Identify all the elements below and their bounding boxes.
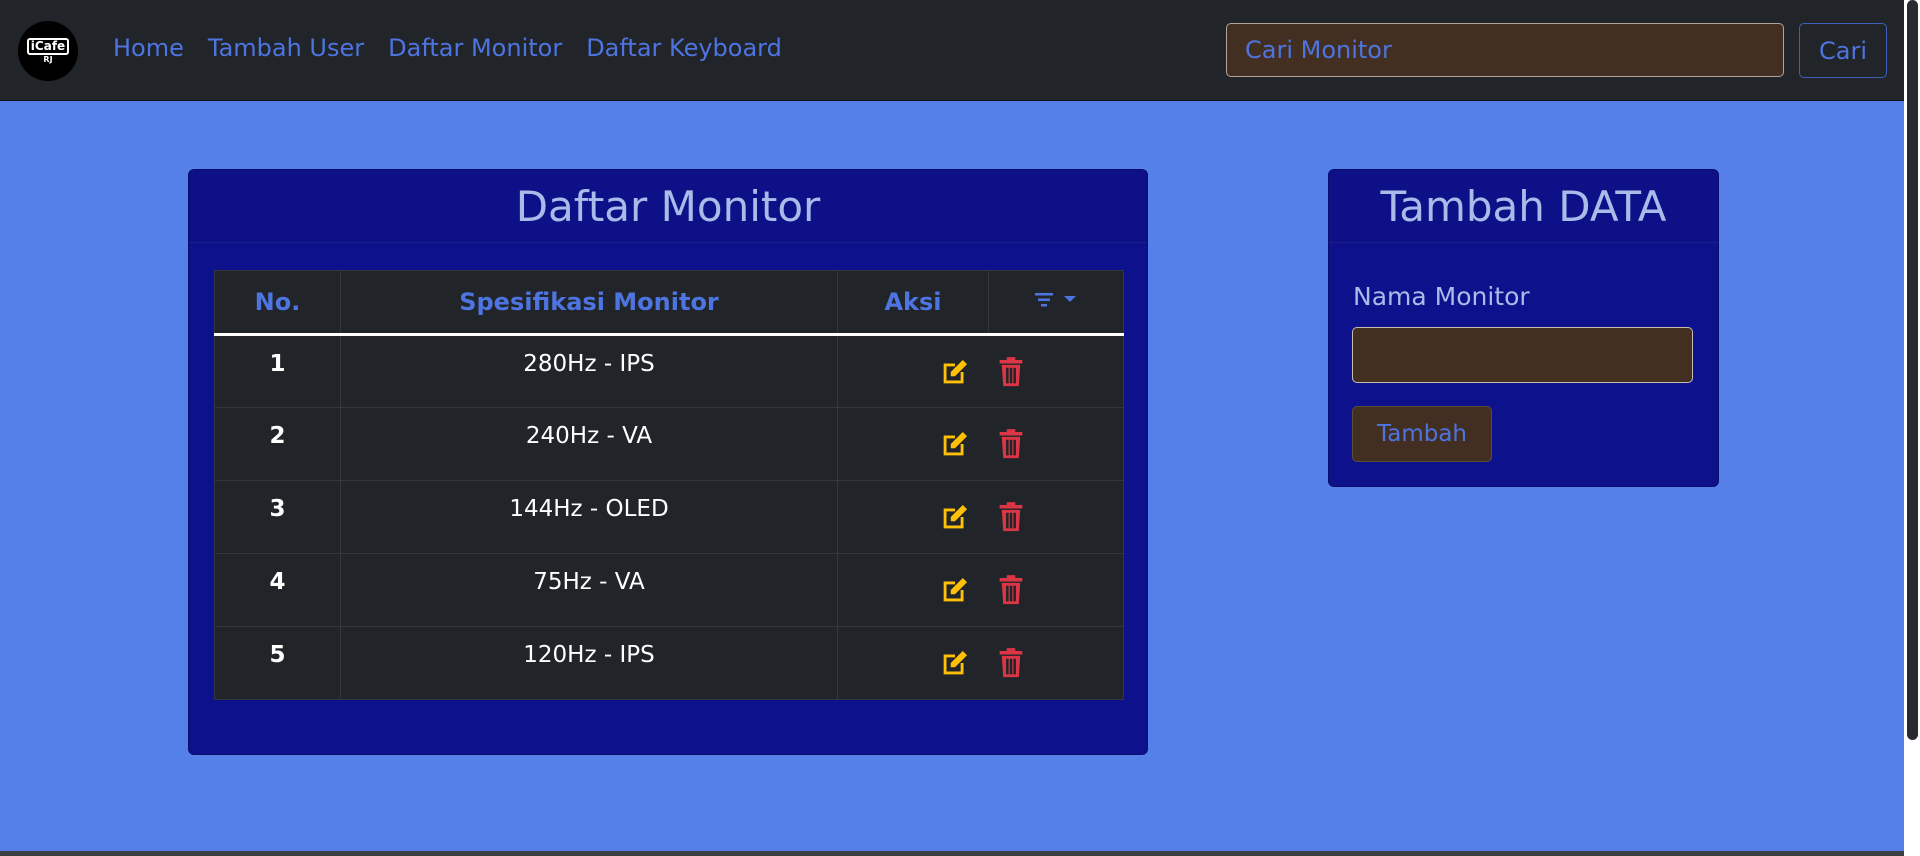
- nav-links: Home Tambah User Daftar Monitor Daftar K…: [113, 34, 782, 62]
- row-number: 3: [214, 480, 341, 554]
- column-header-no: No.: [214, 270, 341, 336]
- logo[interactable]: iCafe RJ: [18, 21, 78, 81]
- table-row: 2 240Hz - VA: [214, 407, 1124, 481]
- filter-dropdown[interactable]: [988, 270, 1124, 336]
- trash-icon[interactable]: [994, 427, 1028, 461]
- table-row: 4 75Hz - VA: [214, 553, 1124, 627]
- filter-icon[interactable]: [1031, 290, 1081, 310]
- row-spec: 75Hz - VA: [340, 553, 838, 627]
- edit-icon[interactable]: [938, 646, 972, 680]
- row-actions: [837, 480, 1124, 554]
- trash-icon[interactable]: [994, 646, 1028, 680]
- row-actions: [837, 334, 1124, 408]
- nav-link-tambah-user[interactable]: Tambah User: [208, 34, 364, 62]
- trash-icon[interactable]: [994, 573, 1028, 607]
- row-actions: [837, 407, 1124, 481]
- row-number: 4: [214, 553, 341, 627]
- nav-link-home[interactable]: Home: [113, 34, 184, 62]
- monitor-name-label: Nama Monitor: [1353, 282, 1530, 311]
- scrollbar-thumb[interactable]: [1907, 0, 1918, 740]
- edit-icon[interactable]: [938, 573, 972, 607]
- logo-text: iCafe: [26, 37, 70, 55]
- search-input[interactable]: [1226, 23, 1784, 77]
- row-number: 5: [214, 626, 341, 700]
- nav-link-daftar-keyboard[interactable]: Daftar Keyboard: [586, 34, 782, 62]
- row-number: 1: [214, 334, 341, 408]
- nav-link-daftar-monitor[interactable]: Daftar Monitor: [388, 34, 562, 62]
- add-button[interactable]: Tambah: [1352, 406, 1492, 462]
- monitor-name-input[interactable]: [1352, 327, 1693, 383]
- row-spec: 120Hz - IPS: [340, 626, 838, 700]
- column-header-aksi: Aksi: [837, 270, 989, 336]
- edit-icon[interactable]: [938, 427, 972, 461]
- row-spec: 144Hz - OLED: [340, 480, 838, 554]
- add-data-title: Tambah DATA: [1329, 170, 1718, 243]
- edit-icon[interactable]: [938, 500, 972, 534]
- monitor-list-card: Daftar Monitor No. Spesifikasi Monitor A…: [188, 169, 1148, 755]
- add-data-card: Tambah DATA Nama Monitor Tambah: [1328, 169, 1719, 487]
- navbar: iCafe RJ Home Tambah User Daftar Monitor…: [0, 0, 1904, 101]
- search-button[interactable]: Cari: [1799, 23, 1887, 78]
- trash-icon[interactable]: [994, 355, 1028, 389]
- row-actions: [837, 553, 1124, 627]
- table-row: 5 120Hz - IPS: [214, 626, 1124, 700]
- monitor-list-title: Daftar Monitor: [189, 170, 1147, 243]
- edit-icon[interactable]: [938, 355, 972, 389]
- bottom-bar: [0, 851, 1904, 856]
- logo-subtext: RJ: [43, 54, 53, 64]
- scrollbar-track[interactable]: [1904, 0, 1920, 856]
- row-number: 2: [214, 407, 341, 481]
- table-row: 3 144Hz - OLED: [214, 480, 1124, 554]
- monitor-table: No. Spesifikasi Monitor Aksi 1 280Hz - IP…: [214, 270, 1124, 700]
- table-row: 1 280Hz - IPS: [214, 334, 1124, 408]
- row-actions: [837, 626, 1124, 700]
- column-header-spec: Spesifikasi Monitor: [340, 270, 838, 336]
- row-spec: 280Hz - IPS: [340, 334, 838, 408]
- trash-icon[interactable]: [994, 500, 1028, 534]
- row-spec: 240Hz - VA: [340, 407, 838, 481]
- table-header-row: No. Spesifikasi Monitor Aksi: [214, 270, 1124, 336]
- caret-down-icon: [1064, 296, 1076, 302]
